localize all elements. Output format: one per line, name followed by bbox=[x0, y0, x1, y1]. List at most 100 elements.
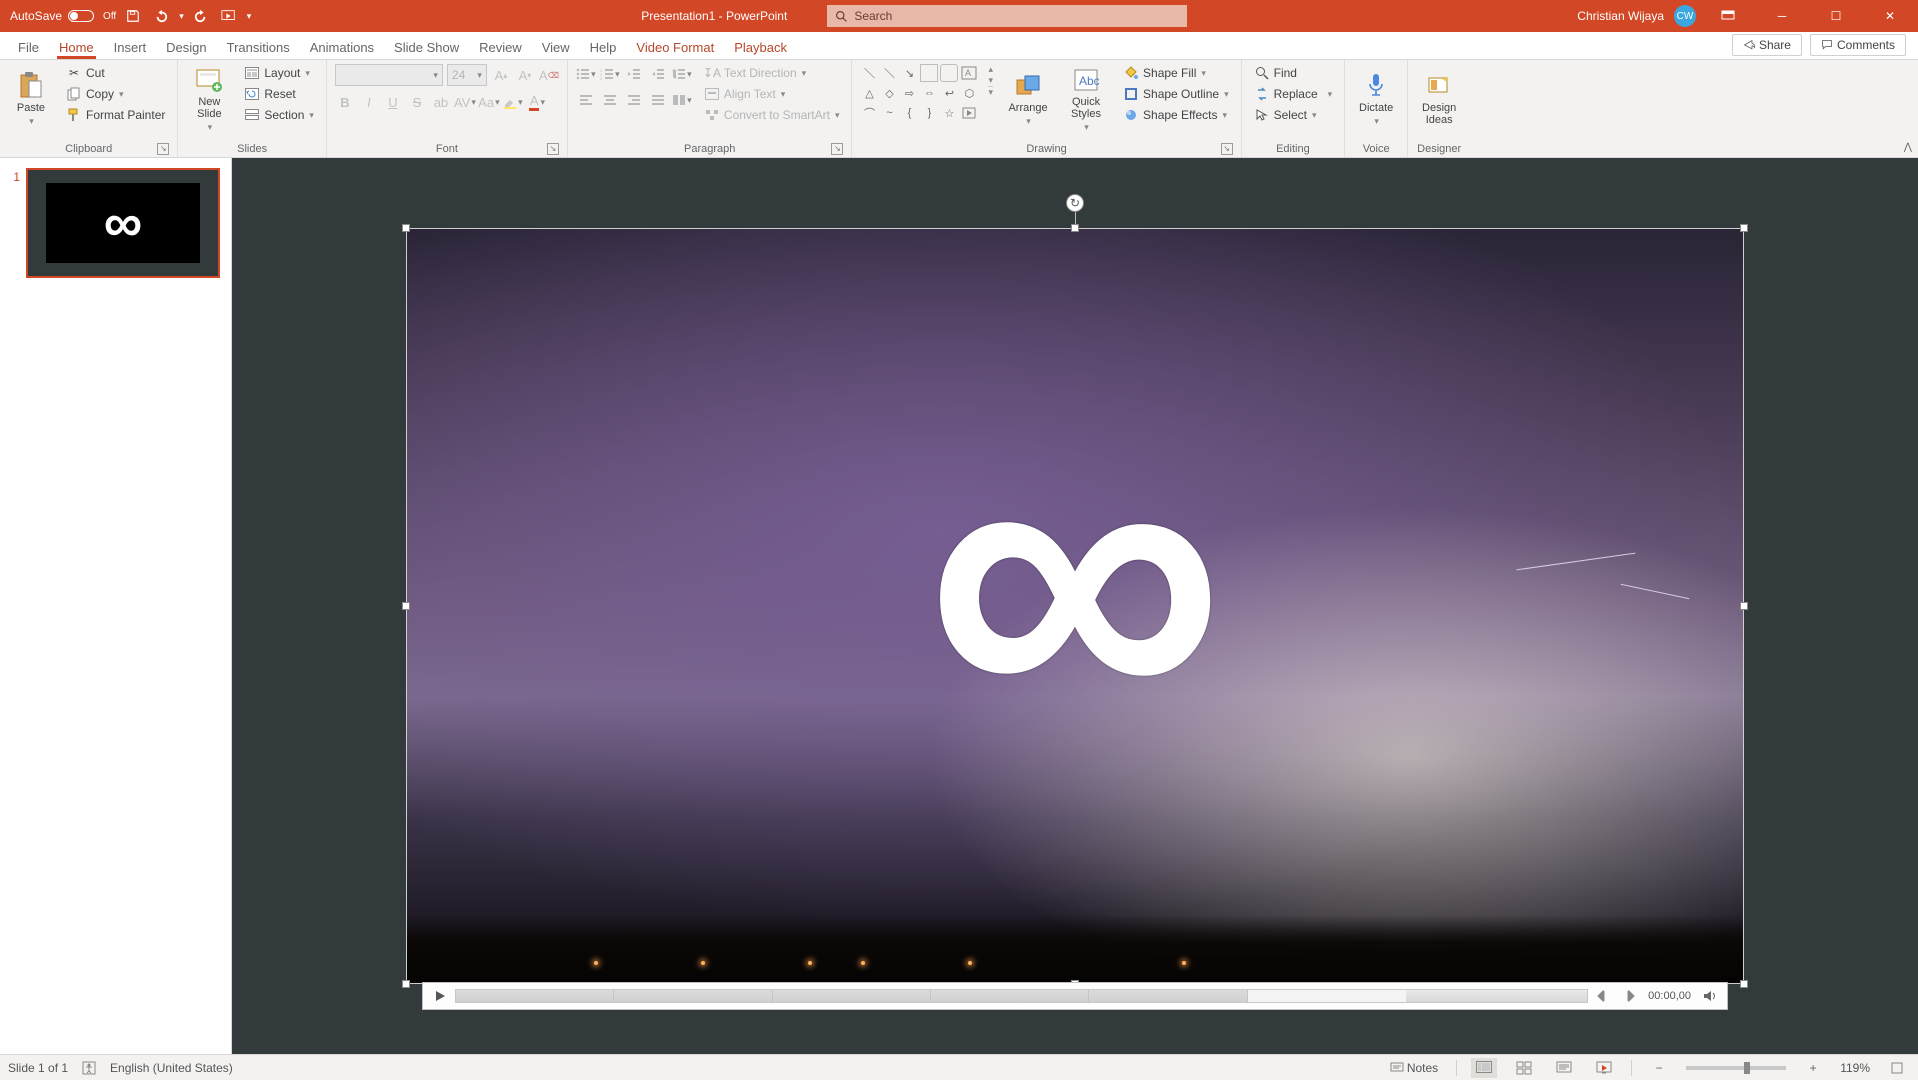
shape-textbox-icon[interactable]: A bbox=[960, 64, 978, 82]
shape-star-icon[interactable]: ☆ bbox=[940, 104, 958, 122]
section-button[interactable]: Section▾ bbox=[240, 106, 318, 124]
shape-diamond-icon[interactable]: ◇ bbox=[880, 84, 898, 102]
resize-handle-r[interactable] bbox=[1740, 602, 1748, 610]
tab-playback[interactable]: Playback bbox=[724, 36, 797, 59]
design-ideas-button[interactable]: Design Ideas bbox=[1416, 64, 1462, 134]
share-button[interactable]: Share bbox=[1732, 34, 1802, 56]
italic-button[interactable]: I bbox=[359, 92, 379, 112]
columns-button[interactable]: ▾ bbox=[672, 90, 692, 110]
media-seek-track[interactable] bbox=[455, 989, 1588, 1003]
view-reading-button[interactable] bbox=[1551, 1058, 1577, 1078]
start-from-beginning-button[interactable] bbox=[218, 5, 240, 27]
shape-outline-button[interactable]: Shape Outline▾ bbox=[1119, 85, 1233, 103]
clear-formatting-button[interactable]: A⌫ bbox=[539, 65, 559, 85]
format-painter-button[interactable]: Format Painter bbox=[62, 106, 169, 124]
decrease-indent-button[interactable] bbox=[624, 64, 644, 84]
tab-view[interactable]: View bbox=[532, 36, 580, 59]
zoom-out-button[interactable]: − bbox=[1646, 1058, 1672, 1078]
quick-styles-button[interactable]: Abc Quick Styles▾ bbox=[1061, 64, 1111, 134]
shape-roundrect-icon[interactable] bbox=[940, 64, 958, 82]
tab-video-format[interactable]: Video Format bbox=[626, 36, 724, 59]
video-frame[interactable]: ∞ bbox=[406, 228, 1744, 984]
shape-brace-r-icon[interactable]: } bbox=[920, 104, 938, 122]
bold-button[interactable]: B bbox=[335, 92, 355, 112]
zoom-slider[interactable] bbox=[1686, 1066, 1786, 1070]
shape-uturn-icon[interactable]: ↩ bbox=[940, 84, 958, 102]
shape-2arrow-icon[interactable]: ⇔ bbox=[920, 84, 938, 102]
paragraph-dialog-launcher[interactable]: ↘ bbox=[831, 143, 843, 155]
tab-file[interactable]: File bbox=[8, 36, 49, 59]
status-language[interactable]: English (United States) bbox=[110, 1061, 233, 1075]
shapes-gallery-scroll[interactable]: ▴ ▾ ▾ bbox=[986, 64, 995, 98]
font-color-button[interactable]: A▾ bbox=[527, 92, 547, 112]
tab-design[interactable]: Design bbox=[156, 36, 216, 59]
resize-handle-br[interactable] bbox=[1740, 980, 1748, 988]
accessibility-icon[interactable] bbox=[82, 1061, 96, 1075]
shape-line-icon[interactable]: ＼ bbox=[860, 64, 878, 82]
redo-button[interactable] bbox=[190, 5, 212, 27]
ribbon-display-options-button[interactable] bbox=[1706, 0, 1750, 32]
close-button[interactable]: ✕ bbox=[1868, 0, 1912, 32]
zoom-value[interactable]: 119% bbox=[1840, 1061, 1870, 1075]
view-sorter-button[interactable] bbox=[1511, 1058, 1537, 1078]
shape-action-icon[interactable] bbox=[960, 104, 978, 122]
tab-animations[interactable]: Animations bbox=[300, 36, 384, 59]
arrange-button[interactable]: Arrange▾ bbox=[1003, 64, 1053, 134]
shape-arc-icon[interactable]: ⌒ bbox=[860, 104, 878, 122]
shape-fill-button[interactable]: Shape Fill▾ bbox=[1119, 64, 1233, 82]
slide-thumbnails-panel[interactable]: 1 ✻ ∞ bbox=[0, 158, 232, 1054]
shape-brace-l-icon[interactable]: { bbox=[900, 104, 918, 122]
tab-slide-show[interactable]: Slide Show bbox=[384, 36, 469, 59]
comments-button[interactable]: Comments bbox=[1810, 34, 1906, 56]
notes-button[interactable]: Notes bbox=[1386, 1060, 1442, 1076]
tab-home[interactable]: Home bbox=[49, 36, 104, 59]
text-highlight-button[interactable]: ▾ bbox=[503, 92, 523, 112]
media-step-back-button[interactable] bbox=[1592, 985, 1614, 1007]
maximize-button[interactable]: ☐ bbox=[1814, 0, 1858, 32]
increase-indent-button[interactable] bbox=[648, 64, 668, 84]
find-button[interactable]: Find bbox=[1250, 64, 1337, 82]
resize-handle-bl[interactable] bbox=[402, 980, 410, 988]
layout-button[interactable]: Layout▾ bbox=[240, 64, 318, 82]
minimize-button[interactable]: ─ bbox=[1760, 0, 1804, 32]
increase-font-size-button[interactable]: A▴ bbox=[491, 65, 511, 85]
text-direction-button[interactable]: ↧AText Direction▾ bbox=[700, 64, 844, 82]
character-spacing-button[interactable]: AV▾ bbox=[455, 92, 475, 112]
dictate-button[interactable]: Dictate▾ bbox=[1353, 64, 1399, 134]
drawing-dialog-launcher[interactable]: ↘ bbox=[1221, 143, 1233, 155]
font-name-combo[interactable]: ▾ bbox=[335, 64, 443, 86]
view-slideshow-button[interactable] bbox=[1591, 1058, 1617, 1078]
shape-hex-icon[interactable]: ⬡ bbox=[960, 84, 978, 102]
zoom-in-button[interactable]: + bbox=[1800, 1058, 1826, 1078]
underline-button[interactable]: U bbox=[383, 92, 403, 112]
new-slide-button[interactable]: New Slide▾ bbox=[186, 64, 232, 134]
bullets-button[interactable]: ▾ bbox=[576, 64, 596, 84]
undo-dropdown-icon[interactable]: ▾ bbox=[179, 11, 184, 22]
shapes-gallery[interactable]: ＼ ＼ ↘ A △ ◇ ⇨ ⇔ ↩ ⬡ ⌒ ~ { } ☆ bbox=[860, 64, 978, 122]
reset-button[interactable]: Reset bbox=[240, 85, 318, 103]
text-shadow-button[interactable]: ab bbox=[431, 92, 451, 112]
slide-canvas[interactable]: ∞ bbox=[232, 158, 1918, 1054]
strikethrough-button[interactable]: S bbox=[407, 92, 427, 112]
tab-review[interactable]: Review bbox=[469, 36, 532, 59]
justify-button[interactable] bbox=[648, 90, 668, 110]
shape-line2-icon[interactable]: ＼ bbox=[880, 64, 898, 82]
shape-triangle-icon[interactable]: △ bbox=[860, 84, 878, 102]
media-play-button[interactable] bbox=[429, 985, 451, 1007]
shape-line3-icon[interactable]: ↘ bbox=[900, 64, 918, 82]
video-selection[interactable]: ∞ bbox=[406, 228, 1744, 984]
change-case-button[interactable]: Aa▾ bbox=[479, 92, 499, 112]
cut-button[interactable]: ✂Cut bbox=[62, 64, 169, 82]
convert-smartart-button[interactable]: Convert to SmartArt▾ bbox=[700, 106, 844, 124]
align-center-button[interactable] bbox=[600, 90, 620, 110]
paste-button[interactable]: Paste▾ bbox=[8, 64, 54, 134]
rotate-handle[interactable] bbox=[1066, 194, 1084, 212]
autosave-toggle[interactable] bbox=[68, 10, 94, 22]
shape-rect-icon[interactable] bbox=[920, 64, 938, 82]
decrease-font-size-button[interactable]: A▾ bbox=[515, 65, 535, 85]
font-dialog-launcher[interactable]: ↘ bbox=[547, 143, 559, 155]
replace-button[interactable]: Replace▾ bbox=[1250, 85, 1337, 103]
font-size-combo[interactable]: 24▾ bbox=[447, 64, 487, 86]
tab-insert[interactable]: Insert bbox=[104, 36, 157, 59]
tab-transitions[interactable]: Transitions bbox=[217, 36, 300, 59]
